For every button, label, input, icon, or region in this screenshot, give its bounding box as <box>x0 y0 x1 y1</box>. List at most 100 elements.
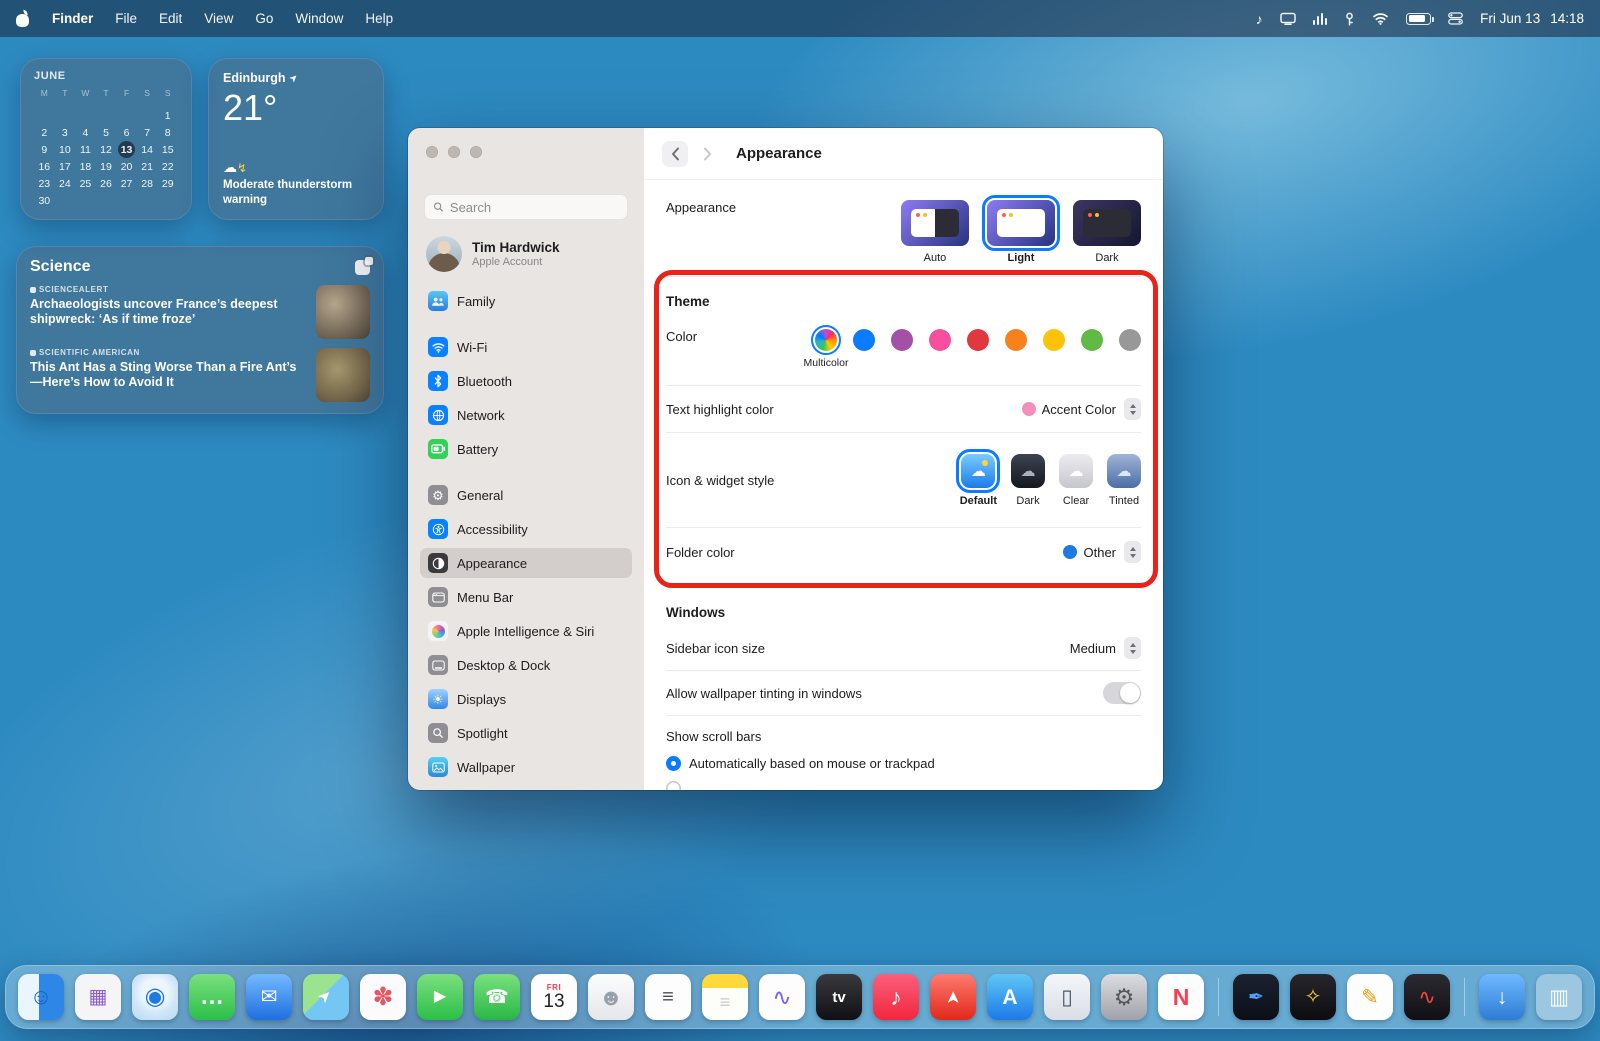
weather-widget[interactable]: Edinburgh ➤ 21° ☁↯ Moderate thunderstorm… <box>208 58 384 220</box>
news-article[interactable]: Scientific American This Ant Has a Sting… <box>30 348 370 402</box>
dock-app-downloads[interactable]: ↓ <box>1479 974 1525 1020</box>
dock-app-graphite[interactable] <box>1119 329 1141 351</box>
back-button[interactable] <box>662 141 688 167</box>
control-center-icon[interactable] <box>1448 12 1463 25</box>
menu-item[interactable]: Help <box>365 11 393 26</box>
search-input[interactable] <box>450 200 619 215</box>
dock-app-photos[interactable]: ✽ <box>360 974 406 1020</box>
menu-app-name[interactable]: Finder <box>52 11 93 26</box>
dock-app-finder[interactable]: ☺ <box>18 974 64 1020</box>
icon-style-tile[interactable]: ☁ <box>1059 454 1093 488</box>
close-button[interactable] <box>426 146 438 158</box>
news-widget[interactable]: Science ScienceAlert Archaeologists unco… <box>16 246 384 414</box>
sidebar-item-accessibility[interactable]: Accessibility <box>420 514 632 544</box>
scroll-bars-radio-next[interactable] <box>666 781 681 790</box>
dock-app-pink[interactable] <box>929 329 951 351</box>
icon-style-tile[interactable]: ☁ <box>961 454 995 488</box>
apple-menu-icon[interactable] <box>16 11 30 27</box>
dock-app-orange[interactable] <box>1005 329 1027 351</box>
dock-app-yellow[interactable] <box>1043 329 1065 351</box>
sidebar-item-apple-intelligence-siri[interactable]: Apple Intelligence & Siri <box>420 616 632 646</box>
sidebar-item-appearance[interactable]: Appearance <box>420 548 632 578</box>
sidebar-item-wallpaper[interactable]: Wallpaper <box>420 752 632 782</box>
dock-app-notes[interactable]: ≡ <box>702 974 748 1020</box>
menu-item[interactable]: Window <box>295 11 343 26</box>
audio-levels-icon[interactable] <box>1313 13 1328 25</box>
dock-app-phone[interactable]: ☎ <box>474 974 520 1020</box>
dock-app-passwords-app[interactable]: ✧ <box>1290 974 1336 1020</box>
appearance-thumbnail[interactable] <box>987 200 1055 246</box>
dock-app-freeform[interactable]: ∿ <box>759 974 805 1020</box>
now-playing-icon[interactable]: ♪ <box>1256 11 1263 27</box>
sidebar-item-desktop-dock[interactable]: Desktop & Dock <box>420 650 632 680</box>
dock-app-rocket-app[interactable]: ➤ <box>930 974 976 1020</box>
dock-app-reminders[interactable]: ≡ <box>645 974 691 1020</box>
icon-style-option[interactable]: ☁ Dark <box>1011 454 1045 507</box>
icon-style-option[interactable]: ☁ Clear <box>1059 454 1093 507</box>
sidebar-item-general[interactable]: ⚙ General <box>420 480 632 510</box>
menu-item[interactable]: Go <box>255 11 273 26</box>
menu-item[interactable]: Edit <box>159 11 182 26</box>
sidebar-item-wifi[interactable]: Wi-Fi <box>420 332 632 362</box>
menu-item[interactable]: File <box>115 11 137 26</box>
dock-app-iphone-mirroring[interactable]: ▯ <box>1044 974 1090 1020</box>
sidebar-item-network[interactable]: Network <box>420 400 632 430</box>
menu-clock[interactable]: Fri Jun 13 14:18 <box>1480 11 1584 26</box>
calendar-app[interactable]: Fri 13 <box>531 974 577 1020</box>
wifi-icon[interactable] <box>1372 12 1389 25</box>
appearance-option[interactable]: Auto <box>901 200 969 264</box>
dock-app-music[interactable]: ♪ <box>873 974 919 1020</box>
passwords-key-icon[interactable] <box>1344 12 1355 26</box>
icon-style-tile[interactable]: ☁ <box>1011 454 1045 488</box>
sidebar-item-spotlight[interactable]: Spotlight <box>420 718 632 748</box>
calendar-widget[interactable]: JUNE MTWTFSS 123456789101112131415161718… <box>20 58 192 220</box>
dock-app-launchpad[interactable]: ▦ <box>75 974 121 1020</box>
dock-app-news[interactable]: N <box>1158 974 1204 1020</box>
dock-app-pencil-app[interactable]: ✎ <box>1347 974 1393 1020</box>
forward-button[interactable] <box>694 141 720 167</box>
icon-style-option[interactable]: ☁ Default <box>960 454 997 507</box>
sidebar-item-battery[interactable]: Battery <box>420 434 632 464</box>
sidebar-icon-size-stepper[interactable] <box>1124 637 1141 659</box>
dock-app-blue[interactable] <box>853 329 875 351</box>
appearance-thumbnail[interactable] <box>901 200 969 246</box>
wallpaper-tinting-toggle[interactable] <box>1103 682 1141 704</box>
dock-app-purple[interactable] <box>891 329 913 351</box>
news-article[interactable]: ScienceAlert Archaeologists uncover Fran… <box>30 285 370 339</box>
dock-app-waveform-app[interactable]: ∿ <box>1404 974 1450 1020</box>
dock-app-ink-app[interactable]: ✒ <box>1233 974 1279 1020</box>
dock-app-mail[interactable]: ✉ <box>246 974 292 1020</box>
sidebar-item-bluetooth[interactable]: Bluetooth <box>420 366 632 396</box>
screen-mirroring-icon[interactable] <box>1280 12 1296 25</box>
scroll-bars-radio-auto[interactable] <box>666 756 681 771</box>
dock-app-apple-tv[interactable]: tv <box>816 974 862 1020</box>
highlight-stepper[interactable] <box>1124 398 1141 420</box>
appearance-option[interactable]: Light <box>987 200 1055 264</box>
icon-style-option[interactable]: ☁ Tinted <box>1107 454 1141 507</box>
sidebar-item-displays[interactable]: ☀ Displays <box>420 684 632 714</box>
icon-style-tile[interactable]: ☁ <box>1107 454 1141 488</box>
dock-app-red[interactable] <box>967 329 989 351</box>
calendar-day: 8 <box>157 124 178 141</box>
appearance-option[interactable]: Dark <box>1073 200 1141 264</box>
minimize-button[interactable] <box>448 146 460 158</box>
dock-app-facetime[interactable]: ▶ <box>417 974 463 1020</box>
apple-account-row[interactable]: Tim Hardwick Apple Account <box>426 236 626 272</box>
dock-app-safari[interactable]: ◉ <box>132 974 178 1020</box>
battery-icon[interactable] <box>1406 13 1431 25</box>
appearance-thumbnail[interactable] <box>1073 200 1141 246</box>
zoom-button[interactable] <box>470 146 482 158</box>
sidebar-item-family[interactable]: Family <box>420 286 632 316</box>
dock-app-green[interactable] <box>1081 329 1103 351</box>
sidebar-item-menu-bar[interactable]: Menu Bar <box>420 582 632 612</box>
menu-item[interactable]: View <box>204 11 233 26</box>
folder-color-stepper[interactable] <box>1124 541 1141 563</box>
dock-app-trash[interactable]: ▥ <box>1536 974 1582 1020</box>
sidebar-search[interactable] <box>424 194 628 220</box>
dock-app-system-settings[interactable]: ⚙ <box>1101 974 1147 1020</box>
dock-app-app-store[interactable]: A <box>987 974 1033 1020</box>
dock-app-maps[interactable]: ➤ <box>303 974 349 1020</box>
dock-app-multicolor[interactable] <box>815 329 837 351</box>
dock-app-contacts[interactable]: ☻ <box>588 974 634 1020</box>
dock-app-messages[interactable]: … <box>189 974 235 1020</box>
